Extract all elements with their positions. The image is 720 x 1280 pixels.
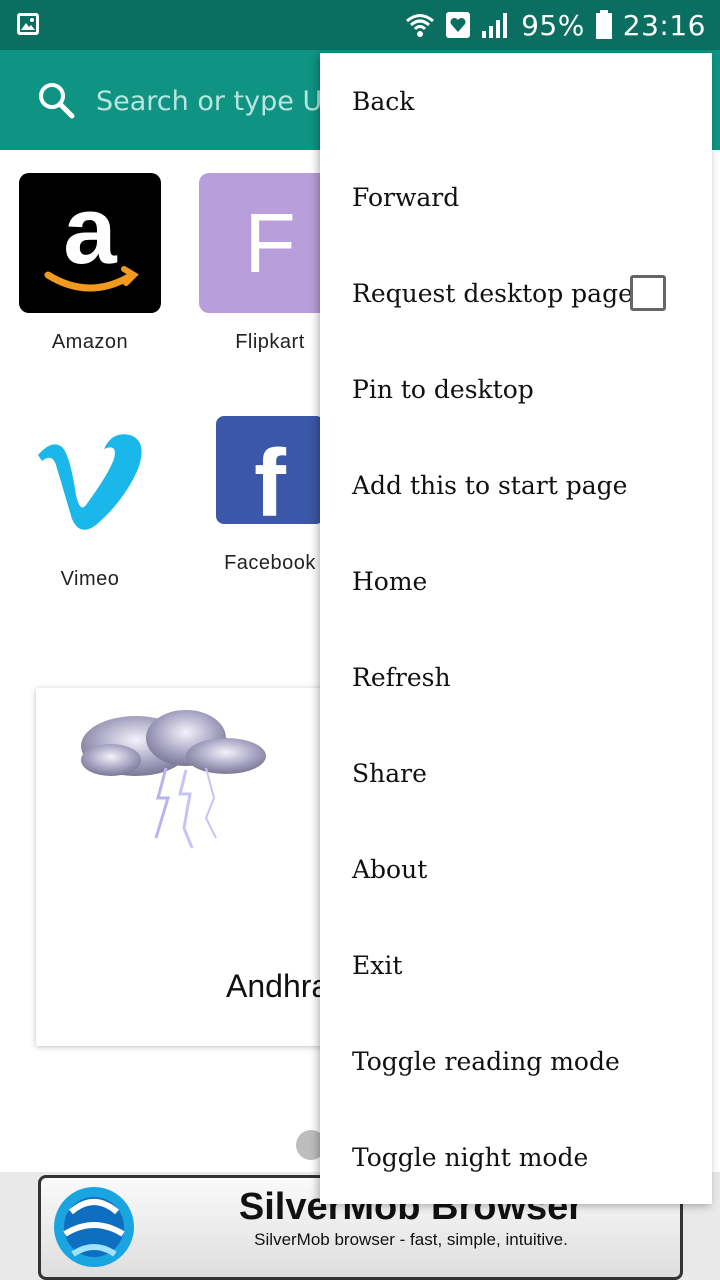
menu-item-request-desktop[interactable]: Request desktop page xyxy=(320,245,712,341)
facebook-logo: f xyxy=(216,416,324,524)
search-input[interactable] xyxy=(96,76,336,126)
speed-dial-amazon[interactable]: a Amazon xyxy=(0,173,180,354)
signal-icon xyxy=(482,13,508,38)
weather-location: Andhra xyxy=(226,968,330,1004)
tile-label: Vimeo xyxy=(60,568,120,590)
menu-item-label: Pin to desktop xyxy=(352,374,534,404)
menu-item-label: Exit xyxy=(352,950,403,980)
flipkart-letter: F xyxy=(244,195,296,290)
request-desktop-checkbox[interactable] xyxy=(630,275,666,311)
thunderstorm-icon xyxy=(81,710,266,849)
overflow-menu: Back Forward Request desktop page Pin to… xyxy=(320,53,712,1204)
speed-dial-vimeo[interactable]: Vimeo xyxy=(0,410,180,591)
tile-label: Amazon xyxy=(51,331,129,353)
ad-subtitle: SilverMob browser - fast, simple, intuit… xyxy=(254,1230,568,1249)
menu-item-label: Add this to start page xyxy=(352,470,628,500)
menu-item-exit[interactable]: Exit xyxy=(320,917,712,1013)
menu-item-share[interactable]: Share xyxy=(320,725,712,821)
menu-item-label: Forward xyxy=(352,182,460,212)
vimeo-logo xyxy=(19,410,161,550)
menu-item-label: Toggle night mode xyxy=(352,1142,589,1172)
menu-item-pin-to-desktop[interactable]: Pin to desktop xyxy=(320,341,712,437)
menu-item-label: Back xyxy=(352,86,415,116)
menu-item-label: Toggle reading mode xyxy=(352,1046,620,1076)
battery-percent: 95% xyxy=(521,8,585,42)
menu-item-label: Request desktop page xyxy=(352,278,633,308)
facebook-letter: f xyxy=(254,430,287,524)
menu-item-back[interactable]: Back xyxy=(320,53,712,149)
menu-item-toggle-night-mode[interactable]: Toggle night mode xyxy=(320,1109,712,1205)
menu-item-label: About xyxy=(352,854,428,884)
menu-item-label: Refresh xyxy=(352,662,451,692)
amazon-logo: a xyxy=(19,173,161,313)
heart-app-icon xyxy=(446,12,471,38)
gallery-notification-icon xyxy=(17,13,39,35)
clock: 23:16 xyxy=(622,8,706,42)
menu-item-label: Home xyxy=(352,566,428,596)
menu-item-label: Share xyxy=(352,758,427,788)
menu-item-refresh[interactable]: Refresh xyxy=(320,629,712,725)
menu-item-toggle-reading-mode[interactable]: Toggle reading mode xyxy=(320,1013,712,1109)
silvermob-logo xyxy=(54,1187,134,1267)
menu-item-home[interactable]: Home xyxy=(320,533,712,629)
battery-icon xyxy=(595,10,612,39)
status-bar: 95% 23:16 xyxy=(0,0,720,50)
menu-item-forward[interactable]: Forward xyxy=(320,149,712,245)
svg-text:a: a xyxy=(63,183,117,284)
menu-item-about[interactable]: About xyxy=(320,821,712,917)
search-icon[interactable] xyxy=(36,80,76,120)
wifi-icon xyxy=(406,14,435,37)
menu-item-add-to-start-page[interactable]: Add this to start page xyxy=(320,437,712,533)
